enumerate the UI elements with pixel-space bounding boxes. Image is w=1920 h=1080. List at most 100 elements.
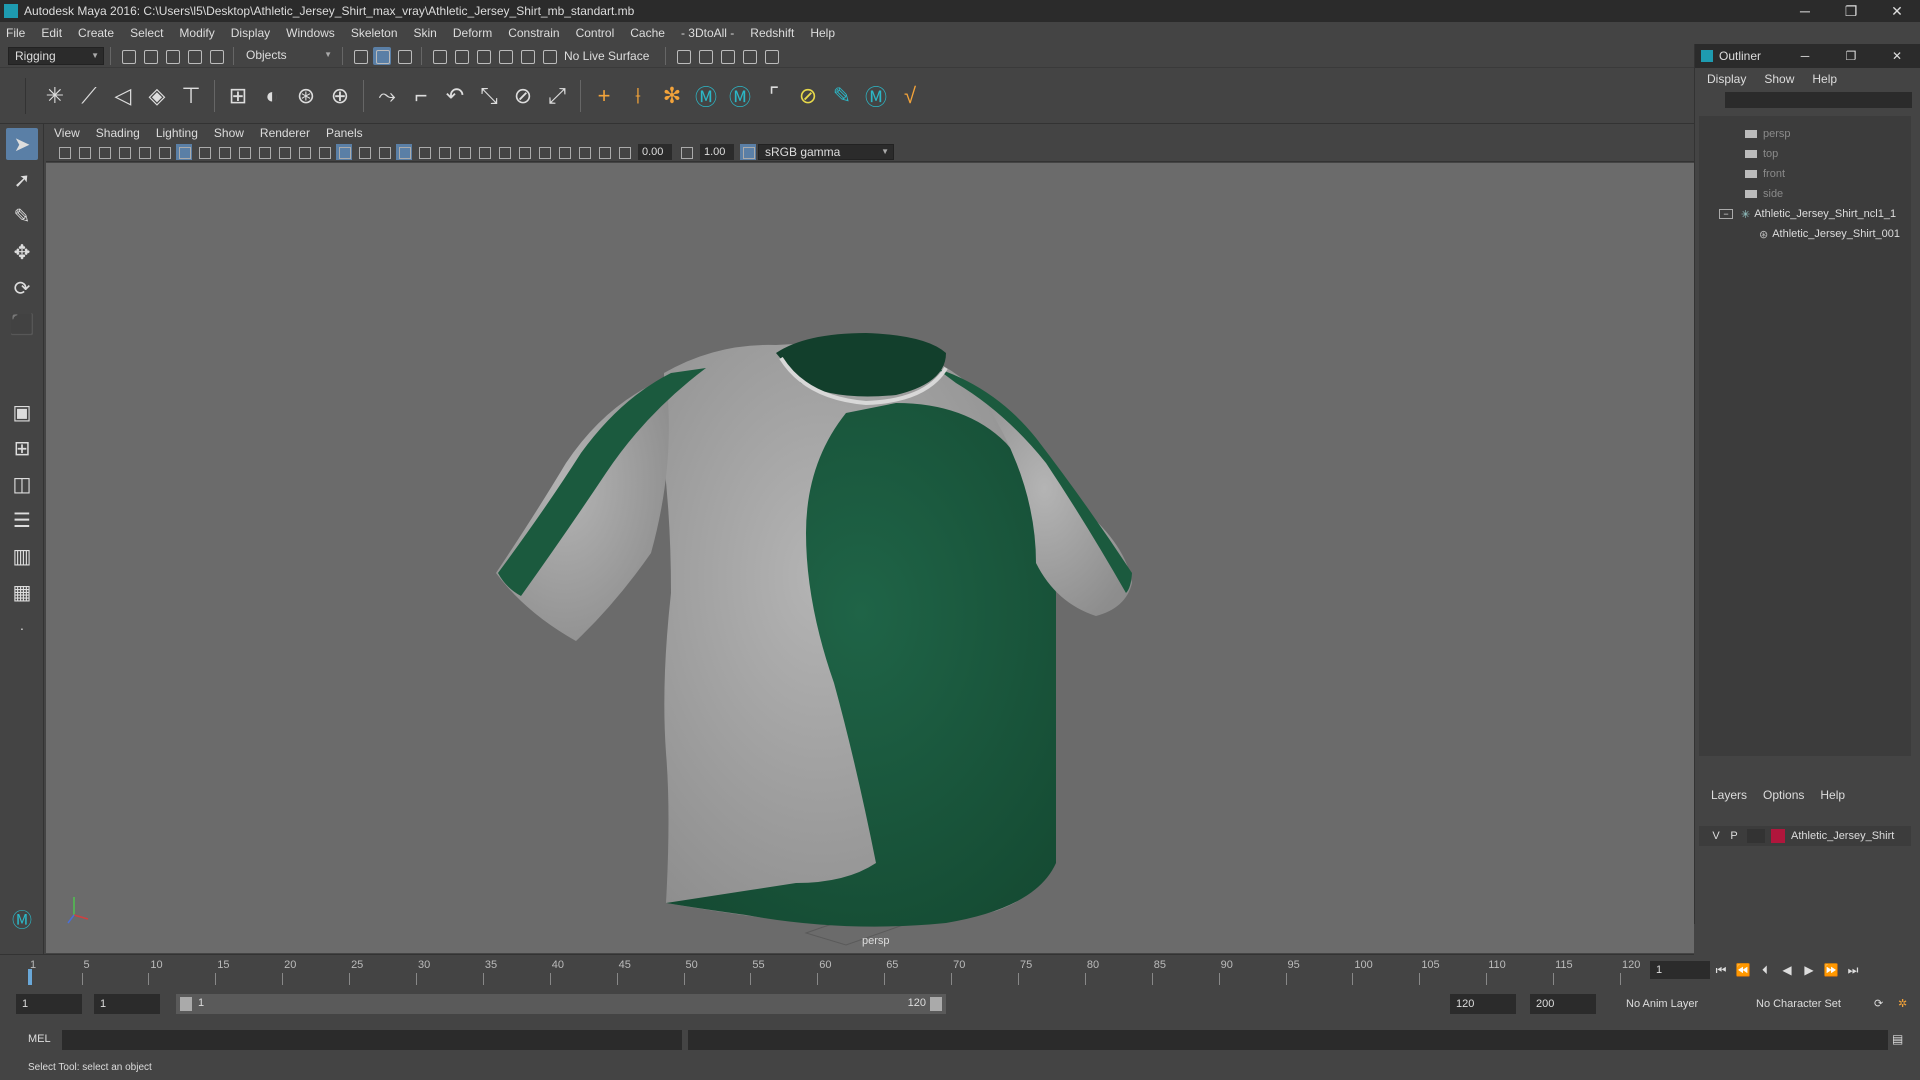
xray-components-icon[interactable]: [596, 144, 612, 160]
layout-four-icon[interactable]: ⊞: [6, 432, 38, 464]
animation-start-field[interactable]: 1: [16, 994, 82, 1014]
shelf-tabs-handle[interactable]: [10, 77, 26, 114]
select-mode-dropdown[interactable]: Objects: [240, 46, 336, 65]
panel-menu-show[interactable]: Show: [214, 126, 244, 140]
move-tool-icon[interactable]: ✥: [6, 236, 38, 268]
point-constraint-icon[interactable]: ⌐: [406, 81, 436, 111]
command-input[interactable]: [62, 1030, 682, 1050]
rotate-tool-icon[interactable]: ⟳: [6, 272, 38, 304]
current-time-marker[interactable]: [28, 969, 32, 985]
plus-locator-icon[interactable]: +: [589, 81, 619, 111]
perspective-viewport[interactable]: persp: [46, 163, 1694, 953]
menu-edit[interactable]: Edit: [41, 26, 62, 40]
playback-end-field[interactable]: 120: [1450, 994, 1516, 1014]
layout-stack-icon[interactable]: ☰: [6, 504, 38, 536]
outliner-item-side[interactable]: side: [1699, 184, 1911, 204]
menu-3dtoall[interactable]: - 3DtoAll -: [681, 26, 734, 40]
layer-row[interactable]: V P Athletic_Jersey_Shirt: [1699, 826, 1911, 846]
restore-button[interactable]: ❐: [1828, 0, 1874, 22]
xray-icon[interactable]: [556, 144, 572, 160]
camera-attributes-icon[interactable]: [76, 144, 92, 160]
view-transform-dropdown[interactable]: sRGB gamma: [758, 143, 894, 160]
menu-redshift[interactable]: Redshift: [750, 26, 794, 40]
joint-locator-icon[interactable]: ⟊: [623, 81, 653, 111]
menu-create[interactable]: Create: [78, 26, 114, 40]
menu-modify[interactable]: Modify: [179, 26, 214, 40]
new-scene-icon[interactable]: [119, 47, 137, 65]
select-tool-icon[interactable]: ➤: [6, 128, 38, 160]
orient-joint-icon[interactable]: ◈: [142, 81, 172, 111]
minimize-button[interactable]: ─: [1782, 0, 1828, 22]
layout-outliner-icon[interactable]: ▥: [6, 540, 38, 572]
panel-menu-renderer[interactable]: Renderer: [260, 126, 310, 140]
animation-preferences-icon[interactable]: ✲: [1892, 994, 1912, 1014]
pole-vector-icon[interactable]: ⤢: [542, 81, 572, 111]
cluster-icon[interactable]: ⊕: [325, 81, 355, 111]
select-object-icon[interactable]: [373, 46, 391, 65]
grid-toggle-icon[interactable]: [176, 143, 192, 160]
render-settings-icon[interactable]: [674, 47, 692, 65]
isolate-select-icon[interactable]: [536, 144, 552, 160]
textured-icon[interactable]: [396, 143, 412, 160]
motion-blur-icon[interactable]: [476, 144, 492, 160]
play-forward-button[interactable]: ▶: [1798, 963, 1820, 977]
step-back-frame-button[interactable]: ⏴: [1754, 963, 1776, 978]
gamma-field[interactable]: 1.00: [700, 143, 734, 160]
layout-graph-icon[interactable]: ▦: [6, 576, 38, 608]
menu-skin[interactable]: Skin: [414, 26, 437, 40]
layer-playback-toggle[interactable]: P: [1725, 830, 1743, 842]
outliner-minimize-button[interactable]: ─: [1782, 49, 1828, 63]
current-frame-field[interactable]: 1: [1650, 961, 1710, 979]
script-editor-icon[interactable]: ▤: [1892, 1032, 1903, 1046]
menu-file[interactable]: File: [6, 26, 25, 40]
snap-curve-icon[interactable]: [452, 47, 470, 65]
exposure-icon[interactable]: [616, 144, 632, 160]
maya-m-icon-2[interactable]: Ⓜ: [725, 81, 755, 111]
depth-of-field-icon[interactable]: [516, 144, 532, 160]
scale-constraint-icon[interactable]: ⤡: [474, 81, 504, 111]
go-to-end-button[interactable]: ⏭: [1842, 963, 1864, 978]
field-chart-icon[interactable]: [256, 144, 272, 160]
range-end-handle[interactable]: [930, 997, 942, 1011]
close-button[interactable]: ✕: [1874, 0, 1920, 22]
panel-menu-lighting[interactable]: Lighting: [156, 126, 198, 140]
outliner-menu-help[interactable]: Help: [1812, 72, 1837, 86]
safe-title-icon[interactable]: [296, 144, 312, 160]
menu-select[interactable]: Select: [130, 26, 163, 40]
outliner-item-front[interactable]: front: [1699, 164, 1911, 184]
playback-start-field[interactable]: 1: [94, 994, 160, 1014]
layout-more-icon[interactable]: ·: [6, 612, 38, 644]
mirror-joint-icon[interactable]: ◁: [108, 81, 138, 111]
snap-view-icon[interactable]: [496, 47, 514, 65]
resolution-gate-icon[interactable]: [216, 144, 232, 160]
layer-visibility-toggle[interactable]: V: [1707, 830, 1725, 842]
go-to-start-button[interactable]: ⏮: [1710, 963, 1732, 978]
layout-side-icon[interactable]: ◫: [6, 468, 38, 500]
snap-surface-icon[interactable]: [518, 47, 536, 65]
outliner-item-persp[interactable]: persp: [1699, 124, 1911, 144]
outliner-menu-display[interactable]: Display: [1707, 72, 1746, 86]
ipr-render-icon[interactable]: [718, 47, 736, 65]
paint-weights-icon[interactable]: ◐: [257, 81, 287, 111]
menu-cache[interactable]: Cache: [630, 26, 665, 40]
save-scene-icon[interactable]: [163, 47, 181, 65]
maya-m-icon-1[interactable]: Ⓜ: [691, 81, 721, 111]
script-language-label[interactable]: MEL: [28, 1033, 51, 1045]
outliner-item-mesh[interactable]: ⊛ Athletic_Jersey_Shirt_001: [1699, 224, 1911, 244]
outliner-menu-show[interactable]: Show: [1764, 72, 1794, 86]
exposure-field[interactable]: 0.00: [638, 143, 672, 160]
render-frame-icon[interactable]: [696, 47, 714, 65]
orient-constraint-icon[interactable]: ↶: [440, 81, 470, 111]
smooth-shade-icon[interactable]: [336, 143, 352, 160]
menu-constrain[interactable]: Constrain: [508, 26, 559, 40]
scale-tool-icon[interactable]: ⬛: [6, 308, 38, 340]
insert-joint-icon[interactable]: ⟋: [74, 81, 104, 111]
layer-color-swatch[interactable]: [1771, 829, 1785, 843]
range-start-handle[interactable]: [180, 997, 192, 1011]
brush-icon[interactable]: ✎: [827, 81, 857, 111]
time-ruler[interactable]: 1 5 10 15 20 25 30 35 40 45 50 55 60 65 70 75 80 85 90 95 10…: [28, 959, 1640, 985]
layer-menu-options[interactable]: Options: [1763, 788, 1804, 802]
range-slider[interactable]: 1 120: [176, 994, 946, 1014]
ik-handle-icon[interactable]: ⊤: [176, 81, 206, 111]
bind-skin-icon[interactable]: ⊞: [223, 81, 253, 111]
